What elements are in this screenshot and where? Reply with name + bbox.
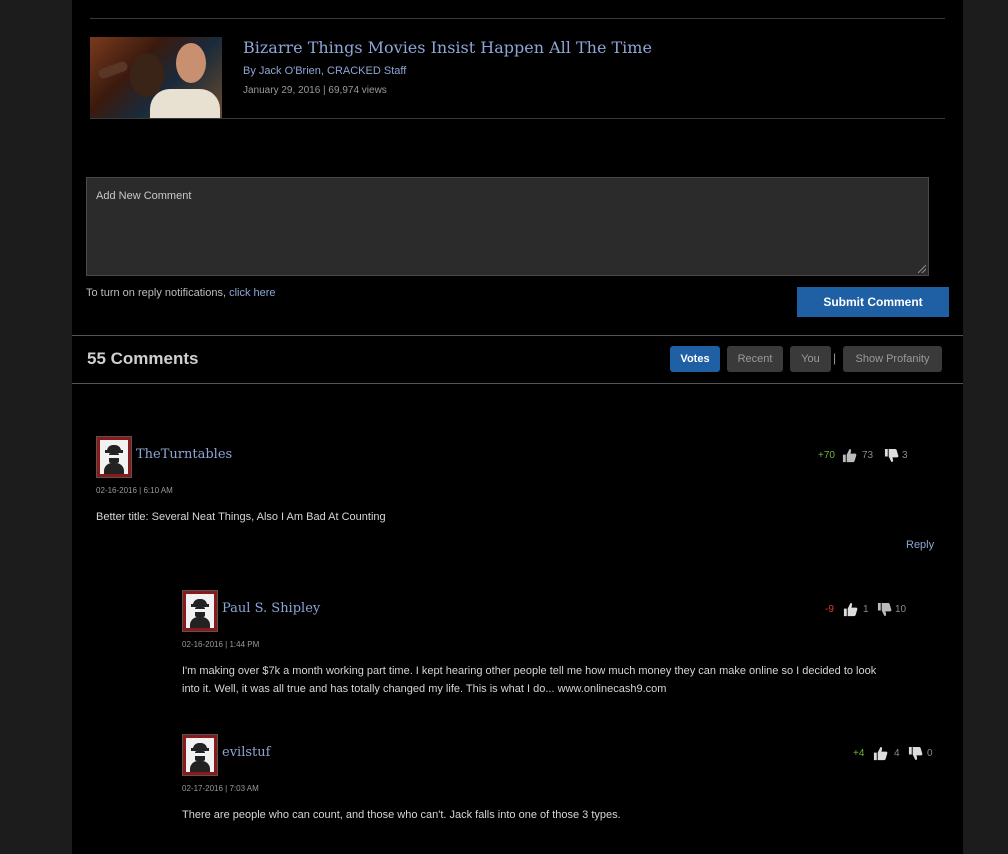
article-thumbnail[interactable] [90, 37, 222, 118]
comment-body-line: I'm making over $7k a month working part… [182, 665, 877, 677]
thumbs-down-icon[interactable] [877, 602, 892, 617]
comment-textarea[interactable]: Add New Comment [86, 177, 929, 276]
comment-username[interactable]: TheTurntables [136, 447, 232, 462]
notify-text: To turn on reply notifications, [86, 287, 230, 299]
sort-separator: | [833, 351, 837, 365]
comments-count: 55 Comments [87, 349, 199, 368]
vote-score: -9 [825, 604, 834, 615]
notify-link[interactable]: click here [229, 287, 275, 299]
comment-item: TheTurntables +70 73 3 02-16-2016 | 6:10… [96, 436, 938, 556]
upvote-count: 4 [894, 748, 900, 759]
sort-recent-button[interactable]: Recent [727, 346, 783, 372]
top-divider [90, 18, 945, 19]
page-content: Bizarre Things Movies Insist Happen All … [72, 0, 963, 854]
comment-username[interactable]: evilstuf [222, 745, 270, 760]
comment-username[interactable]: Paul S. Shipley [222, 601, 320, 616]
avatar[interactable] [182, 734, 218, 776]
downvote-count: 0 [927, 748, 933, 759]
vote-controls: -9 1 10 [825, 602, 938, 620]
article-byline[interactable]: By Jack O'Brien, CRACKED Staff [243, 65, 406, 77]
thumbs-up-icon[interactable] [873, 746, 888, 761]
upvote-count: 73 [862, 450, 874, 461]
article-title[interactable]: Bizarre Things Movies Insist Happen All … [243, 38, 652, 57]
comment-item: Paul S. Shipley -9 1 10 02-16-2016 | 1:4… [182, 590, 938, 700]
article-divider [90, 118, 945, 119]
thumbs-down-icon[interactable] [884, 448, 899, 463]
comment-placeholder: Add New Comment [96, 190, 192, 202]
upvote-count: 1 [863, 604, 869, 615]
downvote-count: 3 [902, 450, 908, 461]
sort-you-button[interactable]: You [790, 346, 831, 372]
thumbs-up-icon[interactable] [842, 448, 857, 463]
thumbs-down-icon[interactable] [908, 746, 923, 761]
avatar[interactable] [182, 590, 218, 632]
downvote-count: 10 [895, 604, 907, 615]
vote-controls: +70 73 3 [818, 448, 938, 466]
comment-body: Better title: Several Neat Things, Also … [96, 511, 386, 523]
avatar[interactable] [96, 436, 132, 478]
submit-comment-button[interactable]: Submit Comment [797, 287, 949, 317]
show-profanity-button[interactable]: Show Profanity [843, 346, 942, 372]
reply-button[interactable]: Reply [906, 539, 934, 551]
thumbs-up-icon[interactable] [843, 602, 858, 617]
vote-score: +4 [853, 748, 865, 759]
comment-date: 02-17-2016 | 7:03 AM [182, 784, 259, 793]
comment-item: evilstuf +4 4 0 02-17-2016 | 7:03 AM The… [182, 734, 938, 834]
comment-date: 02-16-2016 | 6:10 AM [96, 486, 173, 495]
header-divider [72, 383, 963, 384]
comment-date: 02-16-2016 | 1:44 PM [182, 640, 260, 649]
vote-score: +70 [818, 450, 835, 461]
composer-divider [72, 335, 963, 336]
comment-body: There are people who can count, and thos… [182, 809, 621, 821]
comment-body-line: into it. Well, it was all true and has t… [182, 683, 667, 695]
comment-body: I'm making over $7k a month working part… [182, 662, 876, 698]
vote-controls: +4 4 0 [853, 746, 938, 764]
sort-votes-button[interactable]: Votes [670, 346, 720, 372]
article-meta: January 29, 2016 | 69,974 views [243, 85, 387, 96]
reply-notification-note: To turn on reply notifications, click he… [86, 287, 276, 299]
resize-grip-icon[interactable] [918, 265, 926, 273]
